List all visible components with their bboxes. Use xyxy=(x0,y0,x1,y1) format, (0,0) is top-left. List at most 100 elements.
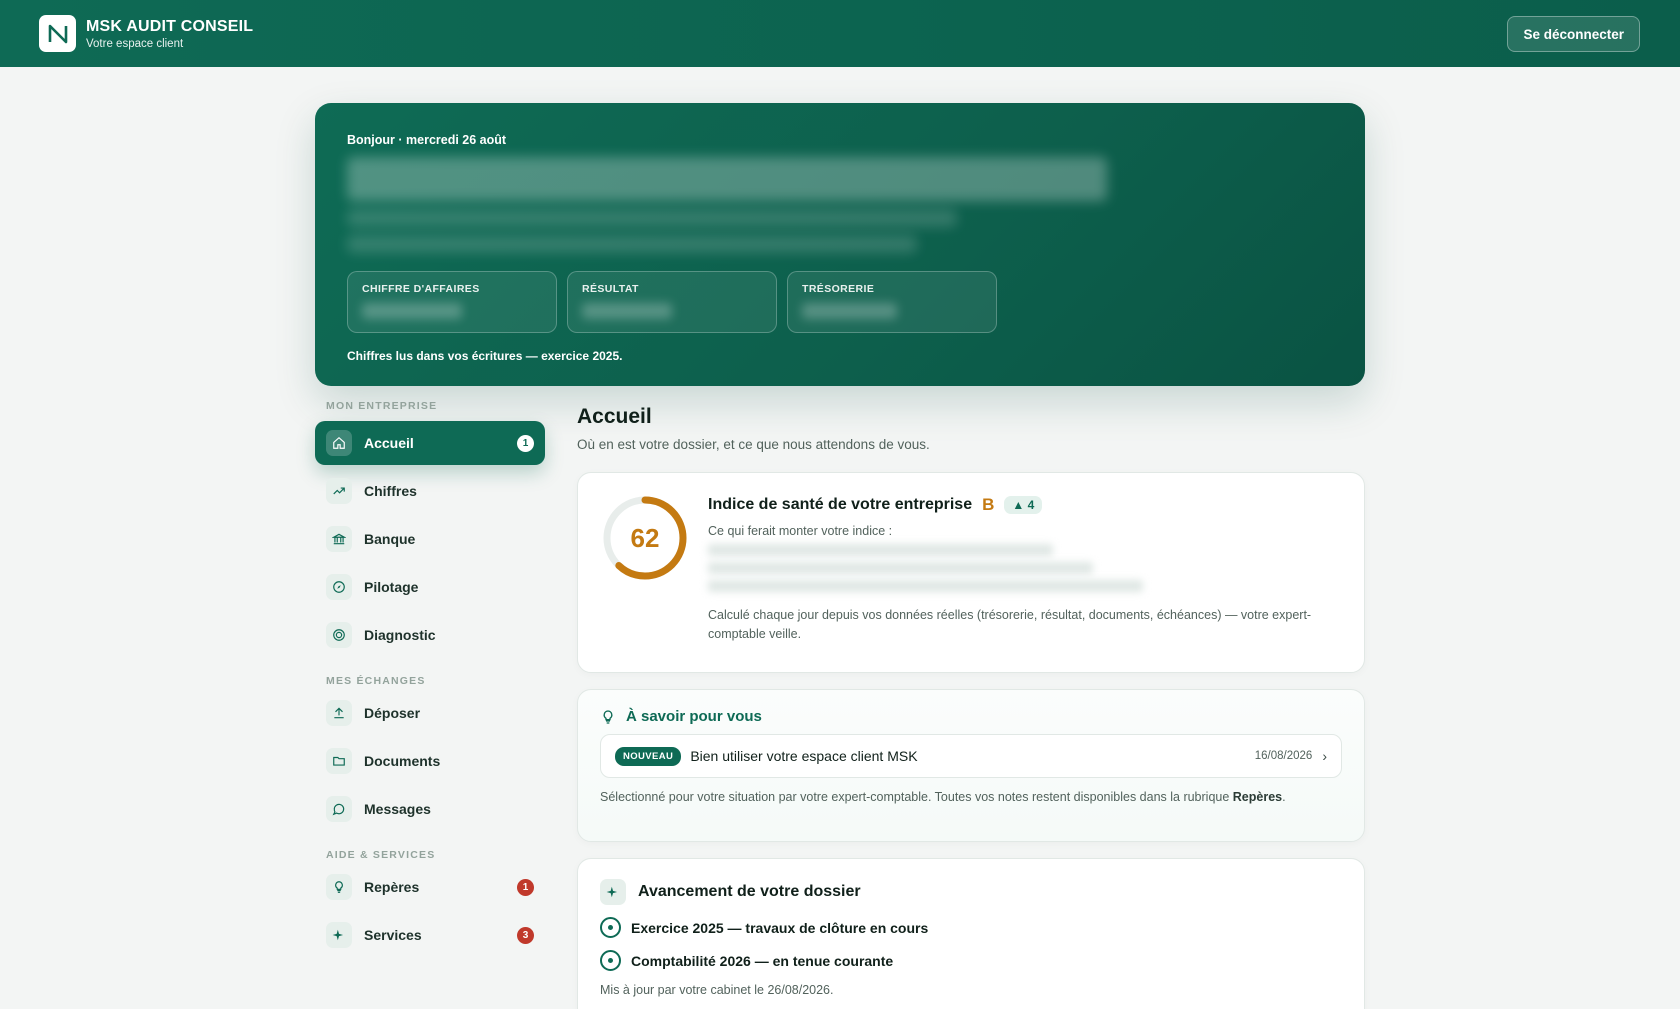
sidebar-item-label: Chiffres xyxy=(364,483,417,499)
sidebar-item-label: Déposer xyxy=(364,705,421,721)
sidebar-item-accueil[interactable]: Accueil 1 xyxy=(315,421,545,465)
trend-icon xyxy=(326,478,352,504)
sidebar-item-label: Banque xyxy=(364,531,416,547)
sidebar-item-label: Repères xyxy=(364,879,420,895)
note-date: 16/08/2026 xyxy=(1254,750,1313,762)
health-index-card: 62 Indice de santé de votre entreprise B… xyxy=(577,472,1365,673)
chat-icon xyxy=(326,796,352,822)
logout-button[interactable]: Se déconnecter xyxy=(1507,16,1640,52)
sidebar-item-label: Accueil xyxy=(364,435,414,451)
avancement-header: Avancement de votre dossier xyxy=(600,879,1342,905)
redacted-kpi-value xyxy=(582,303,672,319)
reperes-link[interactable]: Repères xyxy=(1233,790,1282,804)
sidebar-section-title: MES ÉCHANGES xyxy=(326,675,426,687)
redacted-kpi-value xyxy=(362,303,462,319)
dossier-step: Exercice 2025 — travaux de clôture en co… xyxy=(600,917,1342,938)
sparkle-icon xyxy=(600,879,626,905)
page-subtitle: Où en est votre dossier, et ce que nous … xyxy=(577,437,930,452)
notification-badge: 1 xyxy=(517,434,534,452)
redacted-hint xyxy=(708,580,1143,592)
logo-n-icon xyxy=(48,24,67,43)
sidebar-item-reperes[interactable]: Repères 1 xyxy=(315,865,545,909)
brand-subtitle: Votre espace client xyxy=(86,37,184,50)
avancement-footer: Mis à jour par votre cabinet le 26/08/20… xyxy=(600,983,834,997)
a-savoir-footer: Sélectionné pour votre situation par vot… xyxy=(600,790,1342,804)
hero-note: Chiffres lus dans vos écritures — exerci… xyxy=(347,349,623,363)
sidebar-item-services[interactable]: Services 3 xyxy=(315,913,545,957)
brand-logo[interactable] xyxy=(39,15,76,52)
brand: MSK AUDIT CONSEIL Votre espace client xyxy=(86,18,253,50)
sparkle-icon xyxy=(326,922,352,948)
redacted-hint xyxy=(708,562,1093,574)
sidebar-item-label: Pilotage xyxy=(364,579,419,595)
redacted-hint xyxy=(708,544,1053,556)
kpi-revenue[interactable]: CHIFFRE D'AFFAIRES xyxy=(347,271,557,333)
compass-icon xyxy=(326,574,352,600)
health-hint: Ce qui ferait monter votre indice : xyxy=(708,524,893,538)
sidebar-item-label: Messages xyxy=(364,801,431,817)
a-savoir-header: À savoir pour vous xyxy=(600,708,1342,725)
sidebar-section-title: MON ENTREPRISE xyxy=(326,400,438,412)
redacted-kpi-value xyxy=(802,303,897,319)
sidebar-item-diagnostic[interactable]: Diagnostic xyxy=(315,613,545,657)
sidebar-item-banque[interactable]: Banque xyxy=(315,517,545,561)
note-title: Bien utiliser votre espace client MSK xyxy=(690,748,918,764)
notification-badge: 3 xyxy=(517,926,534,944)
greeting: Bonjour · mercredi 26 août xyxy=(347,133,507,147)
home-icon xyxy=(326,430,352,456)
kpi-label: CHIFFRE D'AFFAIRES xyxy=(362,283,480,295)
kpi-label: TRÉSORERIE xyxy=(802,283,875,295)
sidebar-item-label: Documents xyxy=(364,753,441,769)
chevron-right-icon: › xyxy=(1322,748,1327,764)
kpi-result[interactable]: RÉSULTAT xyxy=(567,271,777,333)
health-trend-badge: ▲ 4 xyxy=(1004,496,1043,514)
target-icon xyxy=(326,622,352,648)
step-label: Exercice 2025 — travaux de clôture en co… xyxy=(631,919,929,936)
redacted-line xyxy=(347,209,957,227)
step-status-icon xyxy=(600,950,621,971)
redacted-line xyxy=(347,235,917,253)
brand-name: MSK AUDIT CONSEIL xyxy=(86,17,254,35)
bank-icon xyxy=(326,526,352,552)
kpi-row: CHIFFRE D'AFFAIRES RÉSULTAT TRÉSORERIE xyxy=(347,271,1333,333)
sidebar-item-deposer[interactable]: Déposer xyxy=(315,691,545,735)
new-pill: NOUVEAU xyxy=(615,746,682,766)
health-score: 62 xyxy=(630,522,660,553)
hero-banner: Bonjour · mercredi 26 août CHIFFRE D'AFF… xyxy=(315,103,1365,386)
bulb-icon xyxy=(603,709,613,724)
step-label: Comptabilité 2026 — en tenue courante xyxy=(631,952,894,969)
upload-icon xyxy=(326,700,352,726)
top-bar: MSK AUDIT CONSEIL Votre espace client Se… xyxy=(0,0,1680,67)
avancement-title: Avancement de votre dossier xyxy=(638,883,861,900)
health-gauge: 62 xyxy=(602,495,688,581)
sidebar-item-label: Diagnostic xyxy=(364,627,436,643)
sidebar-item-pilotage[interactable]: Pilotage xyxy=(315,565,545,609)
sidebar: MON ENTREPRISE Accueil 1 Chiffres Banque… xyxy=(315,400,545,957)
sidebar-item-documents[interactable]: Documents xyxy=(315,739,545,783)
a-savoir-footer-text: Sélectionné pour votre situation par vot… xyxy=(600,790,1233,804)
redacted-company-title xyxy=(347,157,1107,201)
a-savoir-title: À savoir pour vous xyxy=(626,708,762,725)
health-title: Indice de santé de votre entreprise xyxy=(708,496,973,513)
page-title: Accueil xyxy=(577,405,652,428)
health-grade: B xyxy=(982,495,995,514)
sidebar-item-chiffres[interactable]: Chiffres xyxy=(315,469,545,513)
dossier-step: Comptabilité 2026 — en tenue courante xyxy=(600,950,1342,971)
sidebar-section-title: AIDE & SERVICES xyxy=(326,849,436,861)
step-status-icon xyxy=(600,917,621,938)
folder-icon xyxy=(326,748,352,774)
sidebar-item-label: Services xyxy=(364,927,422,943)
a-savoir-card: À savoir pour vous NOUVEAU Bien utiliser… xyxy=(577,689,1365,842)
health-header: Indice de santé de votre entreprise B ▲ … xyxy=(708,495,1340,515)
bulb-icon xyxy=(326,874,352,900)
note-item[interactable]: NOUVEAU Bien utiliser votre espace clien… xyxy=(600,734,1342,778)
notification-badge: 1 xyxy=(517,878,534,896)
health-footnote: Calculé chaque jour depuis vos données r… xyxy=(708,608,1312,641)
health-body: Indice de santé de votre entreprise B ▲ … xyxy=(708,495,1340,650)
kpi-label: RÉSULTAT xyxy=(582,283,639,295)
avancement-card: Avancement de votre dossier Exercice 202… xyxy=(577,858,1365,1009)
a-savoir-footer-end: . xyxy=(1282,790,1286,804)
main-content: Accueil Où en est votre dossier, et ce q… xyxy=(577,405,1365,1009)
kpi-treasury[interactable]: TRÉSORERIE xyxy=(787,271,997,333)
sidebar-item-messages[interactable]: Messages xyxy=(315,787,545,831)
